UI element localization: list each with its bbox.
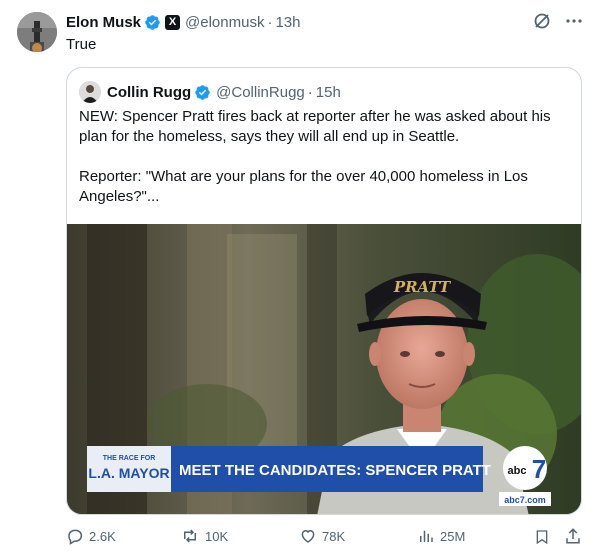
repost-button[interactable]: 10K xyxy=(180,527,228,545)
repost-count: 10K xyxy=(205,528,229,544)
like-button[interactable]: 78K xyxy=(299,527,345,545)
quoted-author-handle[interactable]: @CollinRugg xyxy=(216,84,305,101)
like-count: 78K xyxy=(322,528,346,544)
author-header: Elon Musk X @elonmusk · 13h xyxy=(66,12,300,32)
heart-icon xyxy=(301,529,315,543)
reply-count: 2.6K xyxy=(89,528,116,544)
verified-badge-icon xyxy=(195,84,210,100)
tweet[interactable]: Elon Musk X @elonmusk · 13h True Collin … xyxy=(0,0,600,557)
author-avatar[interactable] xyxy=(17,12,57,52)
share-icon[interactable] xyxy=(564,527,582,545)
view-count: 25M xyxy=(440,528,466,544)
bookmark-icon[interactable] xyxy=(534,528,550,546)
quoted-header: Collin Rugg @CollinRugg · 15h xyxy=(79,81,341,103)
author-handle[interactable]: @elonmusk xyxy=(185,14,264,31)
network-logo-text: abc xyxy=(508,465,527,477)
quoted-separator: · xyxy=(307,83,313,101)
quoted-author-name[interactable]: Collin Rugg xyxy=(107,84,191,101)
video-frame: PRATT THE RACE FOR L.A. MAYOR MEET THE C… xyxy=(67,224,581,514)
header-separator: · xyxy=(267,13,273,31)
grok-icon[interactable] xyxy=(532,11,552,31)
quoted-text: NEW: Spencer Pratt fires back at reporte… xyxy=(79,108,551,205)
post-timestamp[interactable]: 13h xyxy=(275,14,300,31)
channel-number: 7 xyxy=(532,454,546,484)
quoted-avatar[interactable] xyxy=(79,81,101,103)
action-bar: 2.6K 10K 78K 25M xyxy=(66,527,586,549)
more-options-icon[interactable] xyxy=(566,13,582,29)
race-label-main: L.A. MAYOR xyxy=(88,465,169,481)
author-name[interactable]: Elon Musk xyxy=(66,14,141,31)
race-label-top: THE RACE FOR xyxy=(103,455,156,462)
quoted-tweet[interactable]: Collin Rugg @CollinRugg · 15h NEW: Spenc… xyxy=(66,67,582,515)
x-affiliate-badge: X xyxy=(165,14,181,30)
verified-badge-icon xyxy=(145,14,160,30)
tweet-text: True xyxy=(66,36,97,53)
quoted-timestamp[interactable]: 15h xyxy=(316,84,341,101)
reply-icon xyxy=(68,529,83,545)
repost-icon xyxy=(184,529,196,543)
hat-logo-text: PRATT xyxy=(393,278,452,296)
views-chart-icon xyxy=(420,530,433,542)
network-site: abc7.com xyxy=(504,495,546,505)
quoted-video-media[interactable]: PRATT THE RACE FOR L.A. MAYOR MEET THE C… xyxy=(67,224,581,514)
reply-button[interactable]: 2.6K xyxy=(66,527,116,545)
top-actions xyxy=(532,11,582,31)
lower-third-caption: MEET THE CANDIDATES: SPENCER PRATT xyxy=(179,462,491,479)
views-button[interactable]: 25M xyxy=(417,527,465,545)
